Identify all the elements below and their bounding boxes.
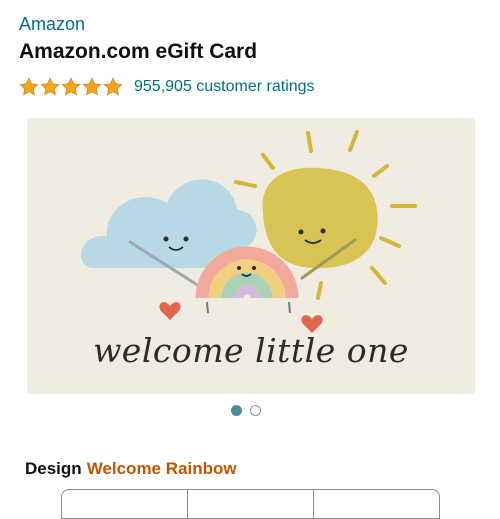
rating-row[interactable]: 955,905 customer ratings	[19, 76, 315, 98]
carousel-dot-2[interactable]	[250, 405, 261, 416]
star-icon	[61, 77, 81, 96]
card-caption: welcome little one	[93, 331, 409, 370]
design-option[interactable]	[313, 489, 440, 519]
gift-card-image[interactable]: welcome little one	[27, 118, 475, 394]
design-option[interactable]	[61, 489, 187, 519]
star-icon	[19, 77, 39, 96]
design-option[interactable]	[187, 489, 313, 519]
carousel-dot-1[interactable]	[231, 405, 242, 416]
star-icon	[40, 77, 60, 96]
star-icon	[103, 77, 123, 96]
star-rating	[19, 77, 124, 97]
design-selection: Design Welcome Rainbow	[25, 459, 237, 479]
brand-link[interactable]: Amazon	[19, 14, 85, 35]
design-label: Design	[25, 459, 82, 478]
star-icon	[82, 77, 102, 96]
product-title: Amazon.com eGift Card	[19, 40, 258, 63]
sun-character	[262, 167, 378, 269]
ratings-count-link[interactable]: 955,905 customer ratings	[134, 78, 315, 96]
design-options[interactable]	[61, 489, 440, 519]
design-value: Welcome Rainbow	[86, 459, 237, 478]
heart-icon	[159, 302, 181, 320]
carousel-indicator[interactable]	[231, 405, 261, 416]
